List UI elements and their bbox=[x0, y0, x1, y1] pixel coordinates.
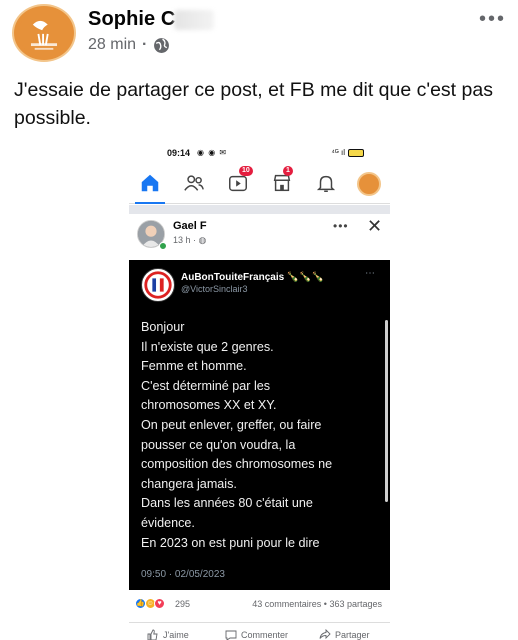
bell-icon bbox=[316, 175, 336, 192]
tweet-line: composition des chromosomes ne bbox=[141, 457, 333, 472]
tweet-date: 09:50 · 02/05/2023 bbox=[141, 569, 225, 580]
tweet-line: Femme et homme. bbox=[141, 359, 247, 374]
tweet-body: Bonjour Il n'existe que 2 genres. Femme … bbox=[141, 318, 385, 553]
tweet-line: En 2023 on est puni pour le dire bbox=[141, 535, 320, 550]
inner-post-time: 13 h · ◍ bbox=[173, 235, 206, 246]
tweet-avatar bbox=[141, 268, 175, 302]
status-time: 09:14 bbox=[167, 148, 191, 158]
tweet-line: changera jamais. bbox=[141, 476, 237, 491]
post-time[interactable]: 28 min bbox=[88, 36, 136, 54]
post-meta: 28 min · bbox=[88, 36, 170, 54]
inner-options-button[interactable]: ••• bbox=[333, 219, 349, 233]
tweet-line: évidence. bbox=[141, 515, 195, 530]
thumbs-up-icon bbox=[147, 629, 158, 640]
inner-author-name[interactable]: Gael F bbox=[173, 220, 207, 232]
post-text: J'essaie de partager ce post, et FB me d… bbox=[14, 79, 493, 129]
tweet-line: Bonjour bbox=[141, 320, 185, 334]
post-actions: J'aime Commenter Partager bbox=[129, 622, 390, 640]
like-button[interactable]: J'aime bbox=[147, 629, 189, 640]
marketplace-tab[interactable]: 1 bbox=[271, 166, 295, 196]
comment-icon bbox=[225, 630, 237, 640]
author-avatar[interactable] bbox=[12, 4, 76, 62]
reaction-icons[interactable]: 👍 ☺ ♥ bbox=[135, 598, 166, 610]
comment-label: Commenter bbox=[241, 630, 289, 640]
comment-button[interactable]: Commenter bbox=[225, 629, 288, 640]
inner-post-header: Gael F 13 h · ◍ ••• ✕ bbox=[129, 214, 390, 260]
post-stats: 👍 ☺ ♥ 295 43 commentaires • 363 partages bbox=[129, 594, 390, 616]
fb-nav-bar: 10 1 bbox=[129, 164, 390, 204]
status-signal: ⁴ᴳ ıl bbox=[331, 148, 364, 157]
tweet-line: C'est déterminé par les bbox=[141, 378, 271, 393]
globe-small-icon: ◍ bbox=[198, 235, 207, 245]
feed-divider bbox=[129, 205, 390, 214]
friends-tab[interactable] bbox=[183, 172, 207, 196]
phone-status-bar: 09:14 ◉ ◉ ✉ ⁴ᴳ ıl bbox=[129, 146, 390, 162]
home-icon bbox=[141, 174, 159, 192]
comments-shares[interactable]: 43 commentaires • 363 partages bbox=[252, 599, 382, 609]
video-tab[interactable]: 10 bbox=[227, 166, 253, 196]
battery-icon bbox=[348, 148, 364, 157]
status-icons: ◉ ◉ ✉ bbox=[197, 148, 228, 157]
home-tab[interactable] bbox=[135, 172, 165, 204]
share-button[interactable]: Partager bbox=[319, 629, 370, 640]
online-indicator bbox=[159, 242, 167, 250]
inner-time: 13 h · bbox=[173, 235, 197, 245]
redacted-surname bbox=[174, 10, 214, 30]
scrollbar[interactable] bbox=[385, 320, 388, 502]
post-header: Sophie C 28 min · ••• bbox=[12, 4, 506, 62]
tweet-line: Il n'existe que 2 genres. bbox=[141, 339, 274, 354]
post-options-button[interactable]: ••• bbox=[479, 8, 506, 31]
meta-separator: · bbox=[142, 36, 148, 53]
love-reaction-icon: ♥ bbox=[154, 598, 166, 610]
tweet-handle: @VictorSinclair3 bbox=[181, 284, 248, 294]
french-badge-icon bbox=[142, 269, 174, 301]
friends-icon bbox=[184, 175, 204, 191]
tweet-image: AuBonTouiteFrançais 🍾🍾🍾 @VictorSinclair3… bbox=[129, 260, 390, 590]
notifications-tab[interactable] bbox=[315, 172, 339, 196]
signal-icon: ⁴ᴳ ıl bbox=[331, 148, 345, 157]
close-icon[interactable]: ✕ bbox=[367, 216, 382, 237]
tweet-more-icon: ⋯ bbox=[365, 268, 375, 279]
share-icon bbox=[319, 629, 331, 640]
bird-logo-icon bbox=[18, 7, 70, 59]
tweet-author-name: AuBonTouiteFrançais 🍾🍾🍾 bbox=[181, 272, 325, 283]
tweet-line: Dans les années 80 c'était une bbox=[141, 496, 313, 511]
share-label: Partager bbox=[335, 630, 370, 640]
shared-screenshot[interactable]: 09:14 ◉ ◉ ✉ ⁴ᴳ ıl 10 1 Gael F 13 h · ◍ •… bbox=[129, 142, 390, 640]
tweet-line: chromosomes XX et XY. bbox=[141, 398, 277, 413]
tweet-line: pousser ce qu'on voudra, la bbox=[141, 437, 296, 452]
author-name[interactable]: Sophie C bbox=[88, 8, 175, 31]
marketplace-badge: 1 bbox=[283, 166, 293, 176]
reaction-count[interactable]: 295 bbox=[175, 599, 190, 609]
tweet-line: On peut enlever, greffer, ou faire bbox=[141, 417, 322, 432]
globe-icon bbox=[154, 37, 170, 53]
video-badge: 10 bbox=[239, 166, 253, 176]
profile-tab[interactable] bbox=[357, 172, 381, 196]
like-label: J'aime bbox=[163, 630, 189, 640]
